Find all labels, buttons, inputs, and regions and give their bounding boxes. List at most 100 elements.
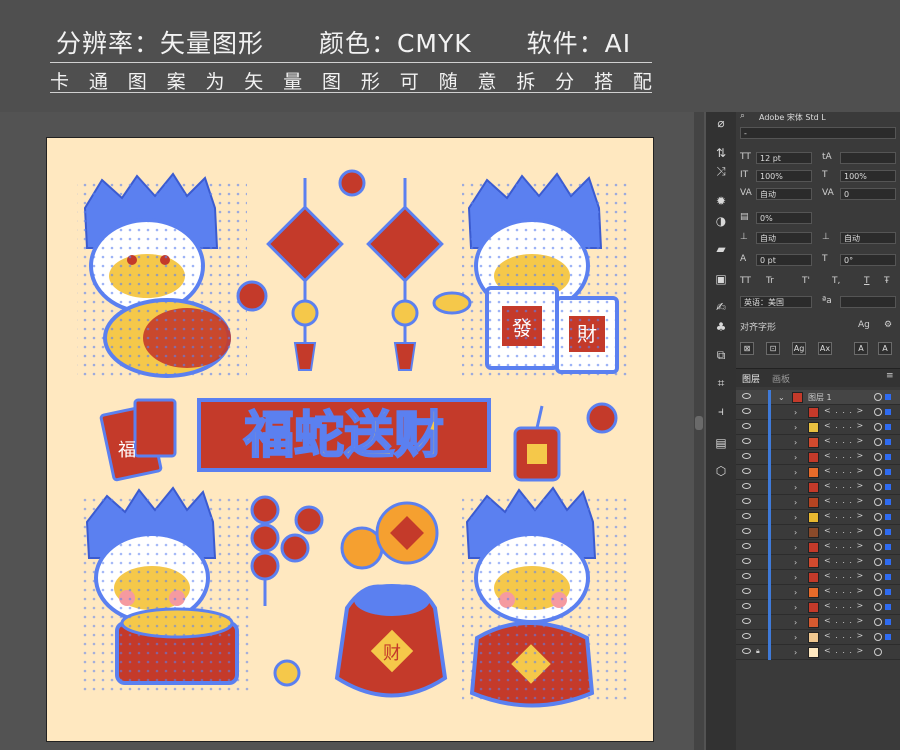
- rotation-field[interactable]: 0°: [840, 254, 896, 266]
- visibility-icon[interactable]: [742, 528, 751, 534]
- target-icon[interactable]: [874, 513, 882, 521]
- sublayer-name[interactable]: < . . . >: [824, 556, 864, 565]
- aki-left-field[interactable]: 自动: [756, 232, 812, 244]
- tt-button-underline[interactable]: T: [864, 276, 870, 286]
- sublayer-name[interactable]: < . . . >: [824, 646, 864, 655]
- tt-button-subscript[interactable]: T,: [832, 276, 840, 286]
- selection-indicator[interactable]: [885, 574, 891, 580]
- glyph-align-button-4[interactable]: Ax: [818, 342, 832, 355]
- pathfinder-icon[interactable]: ⧉: [711, 346, 731, 364]
- chevron-right-icon[interactable]: ›: [794, 573, 797, 582]
- chevron-right-icon[interactable]: ›: [794, 543, 797, 552]
- sublayer-name[interactable]: < . . . >: [824, 586, 864, 595]
- sublayer-row[interactable]: › < . . . >: [736, 510, 900, 525]
- glyph-align-button-5[interactable]: A: [854, 342, 868, 355]
- target-icon[interactable]: [874, 633, 882, 641]
- sublayer-name[interactable]: < . . . >: [824, 406, 864, 415]
- target-icon[interactable]: [874, 438, 882, 446]
- visibility-icon[interactable]: [742, 423, 751, 429]
- sublayer-name[interactable]: < . . . >: [824, 616, 864, 625]
- panel-menu-icon[interactable]: ≡: [886, 371, 894, 381]
- sublayer-name[interactable]: < . . . >: [824, 421, 864, 430]
- selection-indicator[interactable]: [885, 589, 891, 595]
- visibility-icon[interactable]: [742, 513, 751, 519]
- chevron-right-icon[interactable]: ›: [794, 648, 797, 657]
- tsume-field[interactable]: 0%: [756, 212, 812, 224]
- chevron-right-icon[interactable]: ›: [794, 618, 797, 627]
- selection-indicator[interactable]: [885, 424, 891, 430]
- visibility-icon[interactable]: [742, 633, 751, 639]
- anti-alias-select[interactable]: [840, 296, 896, 308]
- align-icon[interactable]: ⫞: [711, 402, 731, 420]
- target-icon[interactable]: [874, 468, 882, 476]
- target-icon[interactable]: [874, 543, 882, 551]
- selection-indicator[interactable]: [885, 529, 891, 535]
- font-style-field[interactable]: -: [740, 127, 896, 139]
- sublayer-name[interactable]: < . . . >: [824, 496, 864, 505]
- sublayer-row[interactable]: › < . . . >: [736, 525, 900, 540]
- selection-indicator[interactable]: [885, 409, 891, 415]
- lock-icon[interactable]: 🔒︎: [756, 647, 760, 656]
- vertical-scale-field[interactable]: 100%: [756, 170, 812, 182]
- visibility-icon[interactable]: [742, 393, 751, 399]
- target-icon[interactable]: [874, 423, 882, 431]
- gradient-icon[interactable]: ▤: [711, 434, 731, 452]
- target-icon[interactable]: [874, 528, 882, 536]
- baseline-field[interactable]: 0 pt: [756, 254, 812, 266]
- 3d-icon[interactable]: ⬡: [711, 462, 731, 480]
- chevron-right-icon[interactable]: ›: [794, 423, 797, 432]
- target-icon[interactable]: [874, 603, 882, 611]
- chevron-right-icon[interactable]: ›: [794, 513, 797, 522]
- visibility-icon[interactable]: [742, 543, 751, 549]
- sublayer-name[interactable]: < . . . >: [824, 571, 864, 580]
- sublayer-row[interactable]: › < . . . >: [736, 465, 900, 480]
- visibility-icon[interactable]: [742, 648, 751, 654]
- selection-indicator[interactable]: [885, 439, 891, 445]
- sublayer-row[interactable]: › < . . . >: [736, 405, 900, 420]
- artboard-icon[interactable]: ▣: [711, 270, 731, 288]
- chevron-right-icon[interactable]: ›: [794, 528, 797, 537]
- scrollbar-thumb[interactable]: [695, 416, 703, 430]
- layer-name[interactable]: 图层 1: [808, 392, 832, 403]
- chevron-right-icon[interactable]: ›: [794, 588, 797, 597]
- visibility-icon[interactable]: [742, 408, 751, 414]
- sublayer-name[interactable]: < . . . >: [824, 526, 864, 535]
- sublayer-row[interactable]: › < . . . >: [736, 555, 900, 570]
- brush-icon[interactable]: ✍: [711, 298, 731, 316]
- tt-button-superscript[interactable]: T': [802, 276, 810, 286]
- target-icon[interactable]: [874, 618, 882, 626]
- target-icon[interactable]: [874, 588, 882, 596]
- selection-indicator[interactable]: [885, 499, 891, 505]
- club-icon[interactable]: ♣: [711, 318, 731, 336]
- sublayer-name[interactable]: < . . . >: [824, 436, 864, 445]
- sublayer-name[interactable]: < . . . >: [824, 601, 864, 610]
- chevron-right-icon[interactable]: ›: [794, 483, 797, 492]
- chevron-right-icon[interactable]: ›: [794, 558, 797, 567]
- sublayer-name[interactable]: < . . . >: [824, 631, 864, 640]
- sublayer-row[interactable]: › < . . . >: [736, 540, 900, 555]
- tt-button-strikethrough[interactable]: Ŧ: [884, 276, 890, 286]
- glyph-align-button-2[interactable]: ⊡: [766, 342, 780, 355]
- font-family-field[interactable]: Adobe 宋体 Std L: [756, 112, 894, 124]
- selection-indicator[interactable]: [885, 559, 891, 565]
- visibility-icon[interactable]: [742, 573, 751, 579]
- visibility-icon[interactable]: [742, 588, 751, 594]
- chevron-right-icon[interactable]: ›: [794, 438, 797, 447]
- tab-artboards[interactable]: 画板: [772, 372, 790, 385]
- visibility-icon[interactable]: [742, 468, 751, 474]
- selection-indicator[interactable]: [885, 634, 891, 640]
- visibility-icon[interactable]: [742, 483, 751, 489]
- selection-indicator[interactable]: [885, 619, 891, 625]
- chevron-right-icon[interactable]: ›: [794, 453, 797, 462]
- glyph-align-button-3[interactable]: Ag: [792, 342, 806, 355]
- visibility-icon[interactable]: [742, 603, 751, 609]
- artboard[interactable]: 發 財 福 福蛇送财: [46, 137, 654, 742]
- appearance-icon[interactable]: ✹: [711, 192, 731, 210]
- target-icon[interactable]: [874, 558, 882, 566]
- chevron-right-icon[interactable]: ›: [794, 498, 797, 507]
- symbol-icon[interactable]: ⤨: [711, 162, 731, 180]
- selection-indicator[interactable]: [885, 484, 891, 490]
- sublayer-name[interactable]: < . . . >: [824, 481, 864, 490]
- selection-indicator[interactable]: [885, 469, 891, 475]
- glyph-align-button-1[interactable]: ⊠: [740, 342, 754, 355]
